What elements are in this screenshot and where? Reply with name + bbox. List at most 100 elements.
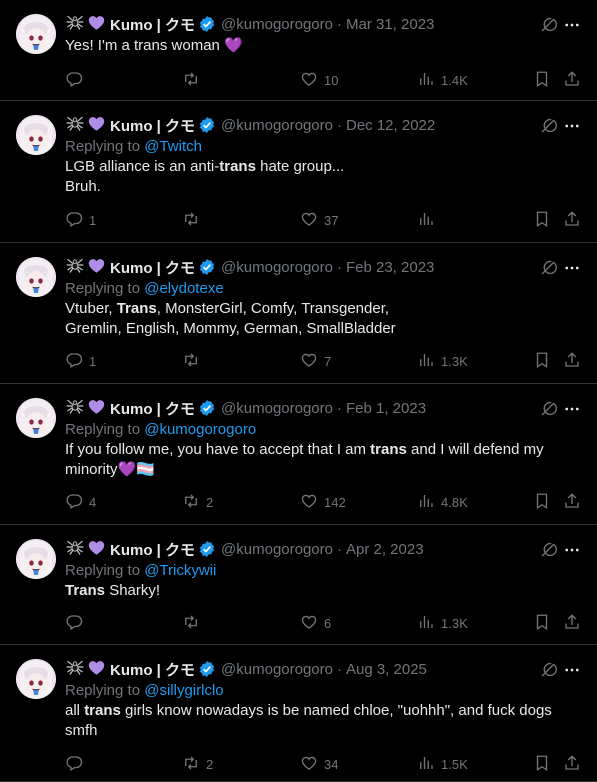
like-button[interactable]: 10 xyxy=(300,70,338,90)
avatar[interactable] xyxy=(16,115,56,155)
like-button[interactable]: 37 xyxy=(300,210,338,230)
tweet-text-line: minority💜🏳️‍⚧️ xyxy=(65,460,581,480)
separator-dot: · xyxy=(336,116,342,134)
replying-to: Replying to @elydotexe xyxy=(65,279,581,299)
views-icon xyxy=(417,613,435,634)
display-name[interactable]: Kumo | クモ xyxy=(110,398,195,419)
tweet[interactable]: Kumo | クモ @kumogorogoro · Feb 1, 2023 Re… xyxy=(0,384,597,525)
user-handle[interactable]: @kumogorogoro xyxy=(221,117,333,134)
tweet[interactable]: Kumo | クモ @kumogorogoro · Apr 2, 2023 Re… xyxy=(0,525,597,645)
user-handle[interactable]: @kumogorogoro xyxy=(221,400,333,417)
tweet-actions: 4 2 142 4.8K xyxy=(65,492,581,512)
tweet-date[interactable]: Mar 31, 2023 xyxy=(346,16,434,33)
user-handle[interactable]: @kumogorogoro xyxy=(221,661,333,678)
bookmark-button[interactable] xyxy=(533,613,551,633)
display-name[interactable]: Kumo | クモ xyxy=(110,115,195,136)
like-button[interactable]: 142 xyxy=(300,492,346,512)
retweet-button[interactable] xyxy=(182,70,206,90)
tweet-date[interactable]: Feb 23, 2023 xyxy=(346,259,434,276)
avatar[interactable] xyxy=(16,14,56,54)
replying-to-label: Replying to xyxy=(65,421,141,438)
retweet-button[interactable] xyxy=(182,351,206,371)
bookmark-button[interactable] xyxy=(533,70,551,90)
tweet-date[interactable]: Apr 2, 2023 xyxy=(346,541,424,558)
more-icon[interactable] xyxy=(563,16,581,38)
like-count: 7 xyxy=(324,353,332,369)
share-button[interactable] xyxy=(563,613,581,633)
tweet-text-line: Gremlin, English, Mommy, German, SmallBl… xyxy=(65,319,581,339)
more-icon[interactable] xyxy=(563,400,581,422)
verified-badge-icon xyxy=(198,399,216,417)
tweet-actions: 1 7 1.3K xyxy=(65,351,581,371)
reply-button[interactable] xyxy=(65,70,89,90)
views-button[interactable]: 1.3K xyxy=(417,613,468,633)
retweet-button[interactable]: 2 xyxy=(182,492,213,512)
tweet[interactable]: Kumo | クモ @kumogorogoro · Mar 31, 2023 Y… xyxy=(0,0,597,101)
tweet[interactable]: Kumo | クモ @kumogorogoro · Aug 3, 2025 Re… xyxy=(0,645,597,782)
bookmark-button[interactable] xyxy=(533,210,551,230)
reply-button[interactable]: 1 xyxy=(65,351,96,371)
grok-icon[interactable] xyxy=(539,117,557,139)
more-icon[interactable] xyxy=(563,541,581,563)
retweet-button[interactable] xyxy=(182,210,206,230)
tweet[interactable]: Kumo | クモ @kumogorogoro · Feb 23, 2023 R… xyxy=(0,243,597,384)
bookmark-button[interactable] xyxy=(533,351,551,371)
share-button[interactable] xyxy=(563,351,581,371)
more-icon[interactable] xyxy=(563,661,581,683)
retweet-button[interactable]: 2 xyxy=(182,754,213,774)
avatar[interactable] xyxy=(16,257,56,297)
views-button[interactable]: 1.4K xyxy=(417,70,468,90)
tweet-feed: Kumo | クモ @kumogorogoro · Mar 31, 2023 Y… xyxy=(0,0,597,782)
grok-icon[interactable] xyxy=(539,400,557,422)
display-name[interactable]: Kumo | クモ xyxy=(110,539,195,560)
grok-icon[interactable] xyxy=(539,661,557,683)
avatar[interactable] xyxy=(16,398,56,438)
like-icon xyxy=(300,613,318,634)
share-icon xyxy=(563,210,581,231)
user-handle[interactable]: @kumogorogoro xyxy=(221,259,333,276)
share-button[interactable] xyxy=(563,210,581,230)
more-icon[interactable] xyxy=(563,117,581,139)
mention-link[interactable]: @sillygirlclo xyxy=(144,682,223,699)
avatar[interactable] xyxy=(16,539,56,579)
user-handle[interactable]: @kumogorogoro xyxy=(221,16,333,33)
tweet-date[interactable]: Aug 3, 2025 xyxy=(346,661,427,678)
bookmark-button[interactable] xyxy=(533,754,551,774)
mention-link[interactable]: @Twitch xyxy=(144,138,202,155)
tweet-text: Vtuber, Trans, MonsterGirl, Comfy, Trans… xyxy=(65,299,581,339)
share-button[interactable] xyxy=(563,70,581,90)
retweet-button[interactable] xyxy=(182,613,206,633)
avatar[interactable] xyxy=(16,659,56,699)
tweet[interactable]: Kumo | クモ @kumogorogoro · Dec 12, 2022 R… xyxy=(0,101,597,243)
views-button[interactable]: 1.3K xyxy=(417,351,468,371)
user-handle[interactable]: @kumogorogoro xyxy=(221,541,333,558)
views-button[interactable]: 4.8K xyxy=(417,492,468,512)
like-button[interactable]: 6 xyxy=(300,613,331,633)
mention-link[interactable]: @elydotexe xyxy=(144,280,223,297)
reply-button[interactable] xyxy=(65,754,89,774)
mention-link[interactable]: @Trickywii xyxy=(144,562,216,579)
purple-heart-icon xyxy=(87,256,106,279)
bookmark-button[interactable] xyxy=(533,492,551,512)
grok-icon[interactable] xyxy=(539,16,557,38)
bookmark-icon xyxy=(533,754,551,775)
display-name[interactable]: Kumo | クモ xyxy=(110,257,195,278)
reply-button[interactable]: 4 xyxy=(65,492,96,512)
views-icon xyxy=(417,70,435,91)
mention-link[interactable]: @kumogorogoro xyxy=(144,421,256,438)
grok-icon[interactable] xyxy=(539,259,557,281)
share-button[interactable] xyxy=(563,754,581,774)
more-icon[interactable] xyxy=(563,259,581,281)
reply-button[interactable]: 1 xyxy=(65,210,96,230)
like-button[interactable]: 7 xyxy=(300,351,331,371)
views-button[interactable] xyxy=(417,210,441,230)
display-name[interactable]: Kumo | クモ xyxy=(110,659,195,680)
like-button[interactable]: 34 xyxy=(300,754,338,774)
views-button[interactable]: 1.5K xyxy=(417,754,468,774)
share-button[interactable] xyxy=(563,492,581,512)
display-name[interactable]: Kumo | クモ xyxy=(110,14,195,35)
reply-button[interactable] xyxy=(65,613,89,633)
grok-icon[interactable] xyxy=(539,541,557,563)
tweet-date[interactable]: Feb 1, 2023 xyxy=(346,400,426,417)
tweet-date[interactable]: Dec 12, 2022 xyxy=(346,117,435,134)
